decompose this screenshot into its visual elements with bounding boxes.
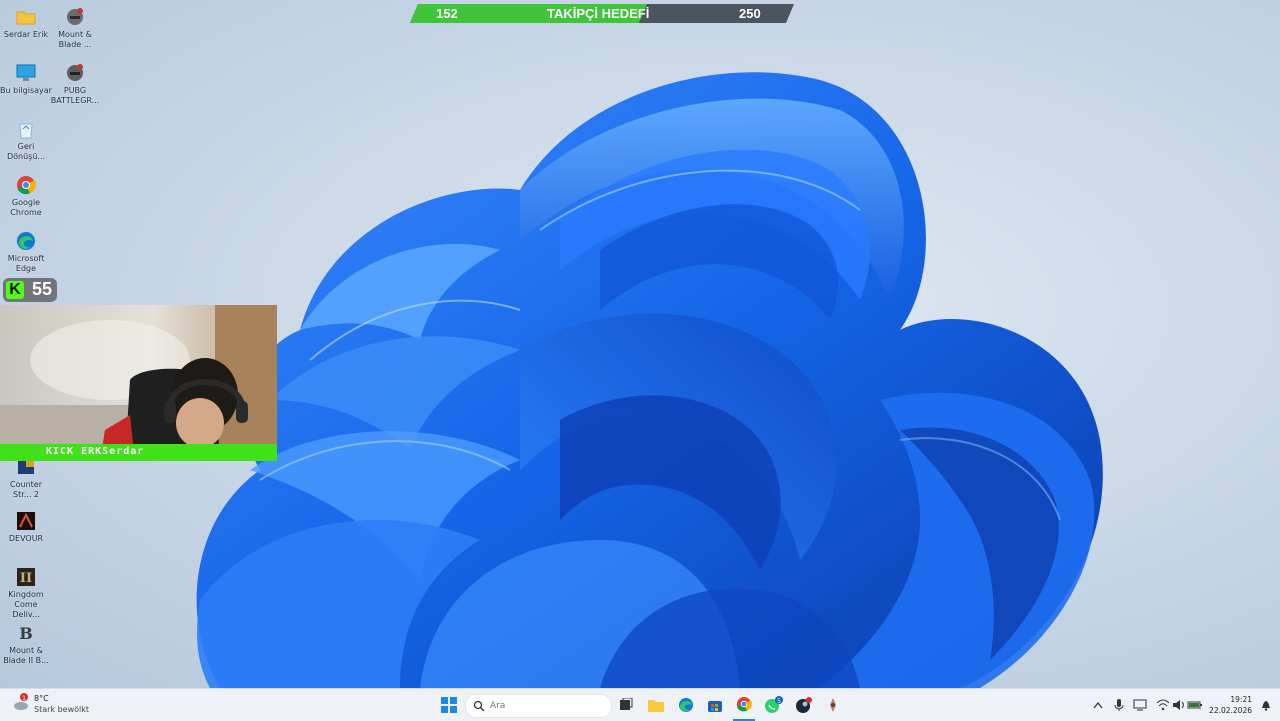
- notifications-button[interactable]: [1258, 689, 1274, 721]
- show-hidden-icons-button[interactable]: [1090, 689, 1106, 721]
- chrome-icon: [15, 174, 37, 196]
- desktop-icon-label: DEVOUR: [8, 534, 44, 543]
- battery-icon: [1187, 701, 1202, 709]
- desktop-icon-kingdom-come[interactable]: II Kingdom Come Deliv...: [0, 566, 52, 620]
- chrome-icon: [737, 697, 752, 712]
- weather-temp: 8°C: [34, 694, 49, 703]
- desktop-icon-pubg[interactable]: PUBG BATTLEGR...: [49, 62, 101, 106]
- taskbar: 1 8°C Stark bewölkt 5: [0, 688, 1280, 721]
- taskbar-search[interactable]: [465, 694, 612, 718]
- desktop-icon-devour[interactable]: DEVOUR: [0, 510, 52, 544]
- whatsapp-taskbar-button[interactable]: 5: [763, 689, 785, 721]
- chrome-taskbar-button[interactable]: [733, 689, 755, 721]
- svg-text:II: II: [20, 571, 32, 586]
- desktop-icon-label: PUBG BATTLEGR...: [50, 86, 100, 105]
- wifi-tray-button[interactable]: [1155, 689, 1171, 721]
- search-icon: [473, 700, 485, 712]
- file-explorer-button[interactable]: [645, 689, 667, 721]
- devour-icon: [15, 510, 37, 532]
- viewer-count-badge: K 55: [3, 278, 57, 302]
- display-icon: [1133, 699, 1147, 711]
- desktop-icon-label: Counter Str... 2: [10, 480, 42, 499]
- desktop-icon-label: Microsoft Edge: [7, 254, 45, 273]
- clock-time: 19:21: [1230, 695, 1252, 704]
- desktop-icon-label: Serdar Erik: [3, 30, 49, 39]
- goal-current: 152: [436, 6, 458, 21]
- webcam-feed: [0, 305, 277, 461]
- desktop-icon-mount-blade[interactable]: Mount & Blade ...: [49, 6, 101, 50]
- game-helmet-icon: [64, 62, 86, 84]
- webcam-overlay: KICK ERKSerdar: [0, 305, 277, 461]
- store-icon: [708, 701, 722, 712]
- game-icon: [830, 698, 836, 712]
- game-helmet-icon: [64, 6, 86, 28]
- start-button[interactable]: [437, 689, 461, 721]
- desktop-icon-serdar-erik[interactable]: Serdar Erik: [0, 6, 52, 40]
- chevron-up-icon: [1093, 701, 1103, 709]
- desktop-icon-counter-strike[interactable]: Counter Str... 2: [0, 456, 52, 500]
- desktop-icon-bannerlord[interactable]: B Mount & Blade II B...: [0, 622, 52, 666]
- windows-logo-icon: [441, 697, 457, 713]
- desktop-icon-edge[interactable]: Microsoft Edge: [0, 230, 52, 274]
- viewer-count: 55: [32, 279, 53, 299]
- battery-tray-button[interactable]: [1187, 689, 1203, 721]
- edge-icon: [679, 698, 693, 712]
- volume-icon: [1173, 700, 1184, 710]
- weather-condition: Stark bewölkt: [34, 705, 90, 714]
- desktop-icon-label: Google Chrome: [10, 198, 42, 217]
- volume-tray-button[interactable]: [1171, 689, 1187, 721]
- clock-date: 22.02.2026: [1209, 706, 1252, 715]
- desktop-icon-label: Bu bilgisayar: [0, 86, 52, 95]
- desktop: Serdar Erik Mount & Blade ... Bu bilgisa…: [0, 0, 1280, 688]
- wifi-icon: [1156, 699, 1170, 711]
- task-view-icon: [620, 698, 633, 710]
- follower-goal-bar: 152 TAKİPÇİ HEDEFİ 250: [410, 4, 794, 23]
- edge-taskbar-button[interactable]: [675, 689, 697, 721]
- steam-icon: [796, 697, 812, 713]
- monitor-icon: [15, 62, 37, 84]
- weather-widget[interactable]: 1 8°C Stark bewölkt: [12, 693, 89, 717]
- game-taskbar-button[interactable]: [822, 689, 844, 721]
- display-tray-button[interactable]: [1132, 689, 1148, 721]
- desktop-icon-chrome[interactable]: Google Chrome: [0, 174, 52, 218]
- whatsapp-badge: 5: [777, 698, 781, 705]
- microphone-tray-button[interactable]: [1111, 689, 1127, 721]
- svg-text:B: B: [19, 624, 33, 643]
- bell-icon: [1262, 701, 1270, 711]
- file-explorer-icon: [648, 700, 664, 712]
- folder-icon: [15, 6, 37, 28]
- bannerlord-icon: B: [15, 622, 37, 644]
- desktop-icon-recycle-bin[interactable]: Geri Dönüşü...: [0, 118, 52, 162]
- search-input[interactable]: [488, 698, 607, 714]
- edge-icon: [15, 230, 37, 252]
- desktop-icon-label: Mount & Blade ...: [58, 30, 92, 49]
- steam-taskbar-button[interactable]: [793, 689, 815, 721]
- taskbar-clock[interactable]: 19:21 22.02.2026: [1209, 694, 1252, 716]
- goal-target: 250: [739, 6, 761, 21]
- kick-logo-icon: K: [6, 281, 24, 299]
- kingdom-come-icon: II: [15, 566, 37, 588]
- desktop-icon-label: Geri Dönüşü...: [6, 142, 46, 161]
- desktop-icon-label: Mount & Blade II B...: [3, 646, 49, 665]
- cloud-icon: 1: [14, 693, 28, 710]
- desktop-icon-label: Kingdom Come Deliv...: [8, 590, 44, 619]
- microphone-icon: [1114, 699, 1124, 711]
- recycle-bin-icon: [15, 118, 37, 140]
- desktop-icon-this-pc[interactable]: Bu bilgisayar: [0, 62, 52, 96]
- goal-title: TAKİPÇİ HEDEFİ: [547, 6, 650, 21]
- task-view-button[interactable]: [615, 689, 637, 721]
- store-taskbar-button[interactable]: [704, 689, 726, 721]
- whatsapp-icon: 5: [765, 696, 783, 713]
- weather-badge: 1: [22, 695, 26, 702]
- webcam-label: KICK ERKSerdar: [46, 446, 145, 457]
